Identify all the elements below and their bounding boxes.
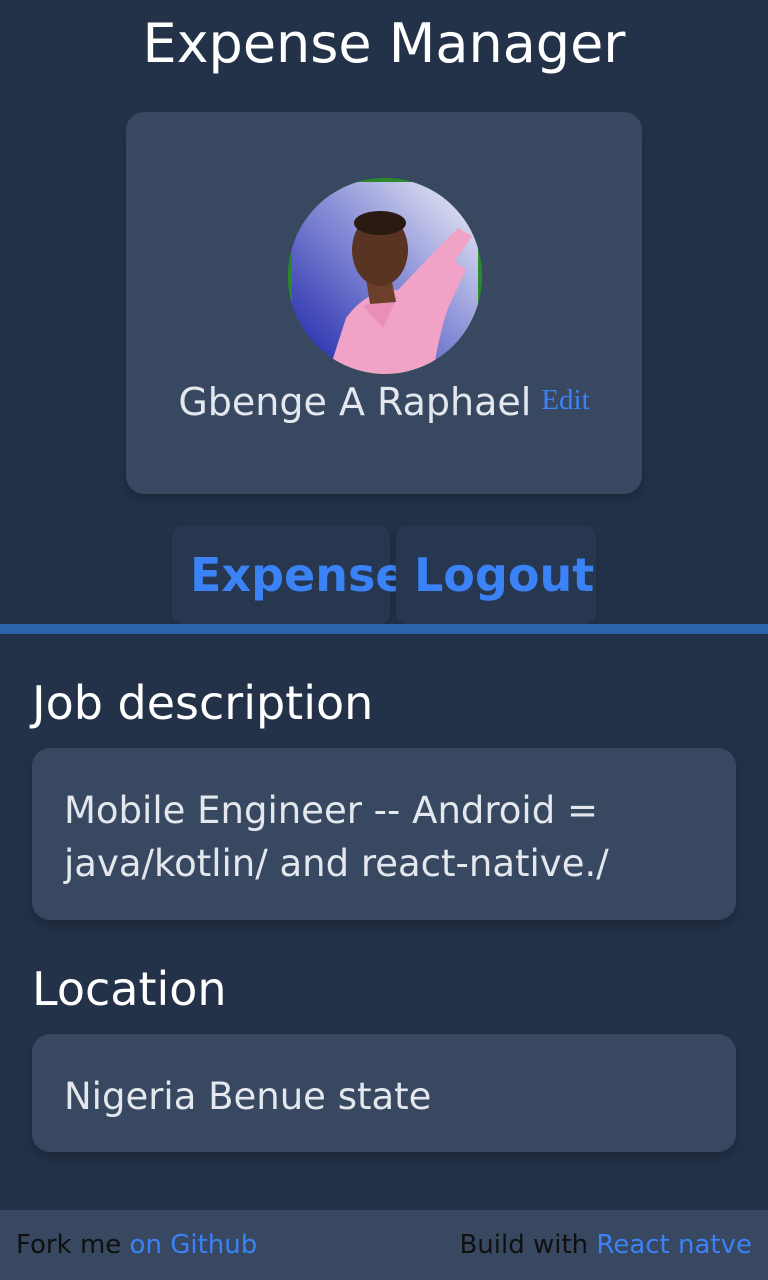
location-label: Location — [32, 962, 227, 1016]
footer-build: Build with React natve — [459, 1230, 752, 1260]
footer-fork: Fork me on Github — [16, 1230, 257, 1260]
react-native-link[interactable]: React natve — [596, 1230, 752, 1260]
edit-profile-link[interactable]: Edit — [541, 384, 589, 417]
footer: Fork me on Github Build with React natve — [0, 1210, 768, 1280]
user-name: Gbenge A Raphael — [178, 380, 532, 424]
user-photo-icon — [288, 178, 482, 374]
location-value: Nigeria Benue state — [64, 1075, 432, 1118]
github-link[interactable]: on Github — [130, 1230, 258, 1260]
location-box: Nigeria Benue state — [32, 1034, 736, 1152]
job-description-label: Job description — [32, 676, 374, 730]
app-title: Expense Manager — [142, 12, 626, 75]
logout-button[interactable]: Logout — [396, 526, 596, 624]
expense-button[interactable]: Expense — [172, 526, 407, 624]
avatar — [288, 178, 482, 374]
job-description-value: Mobile Engineer -- Android = java/kotlin… — [64, 789, 609, 885]
job-description-box: Mobile Engineer -- Android = java/kotlin… — [32, 748, 736, 920]
nav-buttons: Expense Logout — [172, 526, 596, 624]
build-text: Build with — [459, 1230, 589, 1260]
fork-text: Fork me — [16, 1230, 122, 1260]
divider — [0, 624, 768, 634]
profile-card: Gbenge A Raphael Edit — [126, 112, 642, 494]
